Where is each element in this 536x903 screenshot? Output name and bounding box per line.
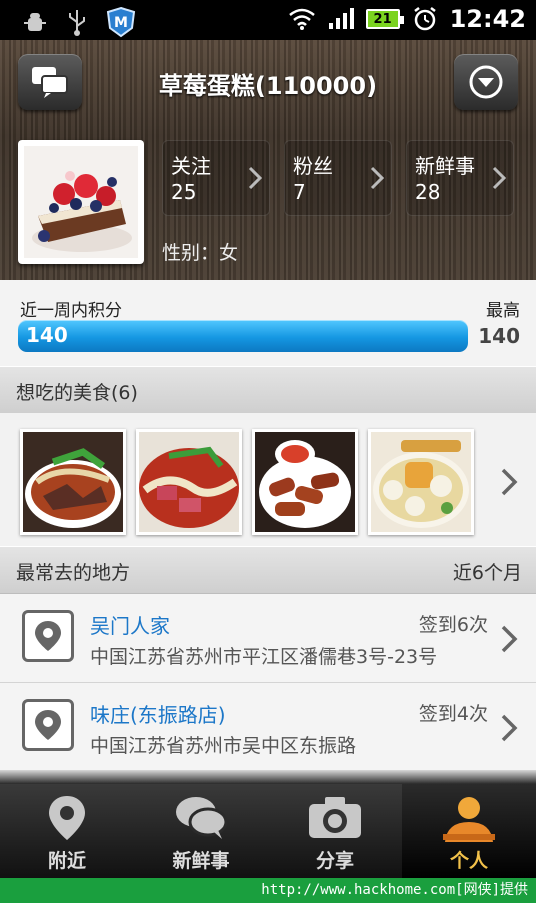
chat-bubbles-icon	[176, 797, 228, 839]
chevron-right-icon	[501, 714, 518, 742]
camera-icon	[309, 797, 361, 838]
alarm-icon	[413, 7, 436, 31]
status-bar: M 21 12:42	[0, 0, 536, 40]
noodle-soup-photo	[23, 432, 123, 532]
score-progress-bar: 140	[18, 320, 468, 352]
chevron-right-icon	[248, 166, 262, 190]
followers-count: 7	[293, 180, 306, 204]
news-count: 28	[415, 180, 441, 204]
location-pin-icon	[22, 610, 74, 662]
places-section-header: 最常去的地方 近6个月	[0, 546, 536, 594]
place-list-item[interactable]: 吴门人家 签到6次 中国江苏省苏州市平江区潘儒巷3号-23号	[0, 594, 536, 683]
signal-icon	[328, 8, 354, 29]
tab-nearby[interactable]: 附近	[0, 784, 134, 878]
person-icon	[443, 797, 495, 842]
followers-stat[interactable]: 粉丝 7	[284, 140, 392, 216]
place-checkins: 签到4次	[418, 703, 488, 725]
divider-shadow	[0, 770, 536, 784]
tab-label: 新鲜事	[172, 850, 230, 872]
shield-app-icon: M	[106, 6, 136, 38]
foods-gallery	[0, 413, 536, 546]
menu-dropdown-button[interactable]	[454, 54, 518, 110]
chevron-right-icon	[501, 625, 518, 653]
foods-section-title: 想吃的美食(6)	[16, 382, 138, 404]
chevron-right-icon[interactable]	[500, 467, 518, 497]
bottom-nav: 附近 新鲜事 分享 个人	[0, 784, 536, 878]
fried-sticks-photo	[255, 432, 355, 532]
usb-icon	[69, 10, 85, 36]
messages-button[interactable]	[18, 54, 82, 110]
fishball-soup-photo	[371, 432, 471, 532]
chevron-down-circle-icon	[469, 65, 503, 99]
places-period: 近6个月	[452, 562, 522, 584]
chat-bubbles-icon	[32, 67, 68, 98]
max-label: 最高	[486, 301, 520, 321]
screen: M 21 12:42 草莓蛋糕(110000) 关注 25 粉丝 7 新鲜事 2…	[0, 0, 536, 903]
place-name[interactable]: 味庄(东振路店)	[90, 699, 226, 728]
place-list-item[interactable]: 味庄(东振路店) 签到4次 中国江苏省苏州市吴中区东振路	[0, 683, 536, 772]
profile-header: 草莓蛋糕(110000) 关注 25 粉丝 7 新鲜事 28 性别：女	[0, 40, 536, 280]
chevron-right-icon	[370, 166, 384, 190]
gender-text: 性别：女	[162, 242, 239, 264]
location-pin-icon	[22, 699, 74, 751]
place-address: 中国江苏省苏州市平江区潘儒巷3号-23号	[90, 646, 438, 668]
tab-profile[interactable]: 个人	[402, 784, 536, 878]
food-thumbnail[interactable]	[252, 429, 358, 535]
place-address: 中国江苏省苏州市吴中区东振路	[90, 735, 357, 757]
tab-label: 分享	[315, 850, 354, 872]
tab-label: 个人	[449, 850, 488, 872]
svg-text:M: M	[114, 15, 128, 31]
status-icons-right: 21 12:42	[288, 5, 526, 33]
followers-label: 粉丝	[293, 154, 333, 178]
following-count: 25	[171, 180, 197, 204]
score-label: 近一周内积分	[20, 301, 122, 321]
following-label: 关注	[171, 154, 211, 178]
following-stat[interactable]: 关注 25	[162, 140, 270, 216]
clock: 12:42	[449, 5, 526, 33]
avatar[interactable]	[18, 140, 144, 264]
places-section-title: 最常去的地方	[16, 562, 131, 584]
place-name[interactable]: 吴门人家	[90, 610, 170, 639]
watermark-text: http://www.hackhome.com[网侠]提供	[0, 878, 536, 903]
noodles-with-meat-photo	[139, 432, 239, 532]
score-value: 140	[26, 323, 68, 347]
foods-section-header[interactable]: 想吃的美食(6)	[0, 366, 536, 414]
chevron-right-icon	[492, 166, 506, 190]
tab-label: 附近	[47, 850, 86, 872]
tab-news[interactable]: 新鲜事	[134, 784, 268, 878]
tab-share[interactable]: 分享	[268, 784, 402, 878]
weekly-score: 近一周内积分 最高 140 140	[0, 280, 536, 366]
max-value: 140	[478, 324, 520, 348]
android-debug-icon	[24, 13, 46, 31]
news-label: 新鲜事	[415, 154, 475, 178]
news-stat[interactable]: 新鲜事 28	[406, 140, 514, 216]
location-pin-icon	[49, 796, 85, 840]
food-thumbnail[interactable]	[368, 429, 474, 535]
battery-icon: 21	[365, 9, 404, 29]
page-title: 草莓蛋糕(110000)	[158, 72, 378, 100]
wifi-icon	[288, 8, 315, 30]
food-thumbnail[interactable]	[20, 429, 126, 535]
food-thumbnail[interactable]	[136, 429, 242, 535]
cake-photo	[24, 146, 138, 258]
place-checkins: 签到6次	[418, 614, 488, 636]
status-icons-left: M	[22, 6, 136, 38]
